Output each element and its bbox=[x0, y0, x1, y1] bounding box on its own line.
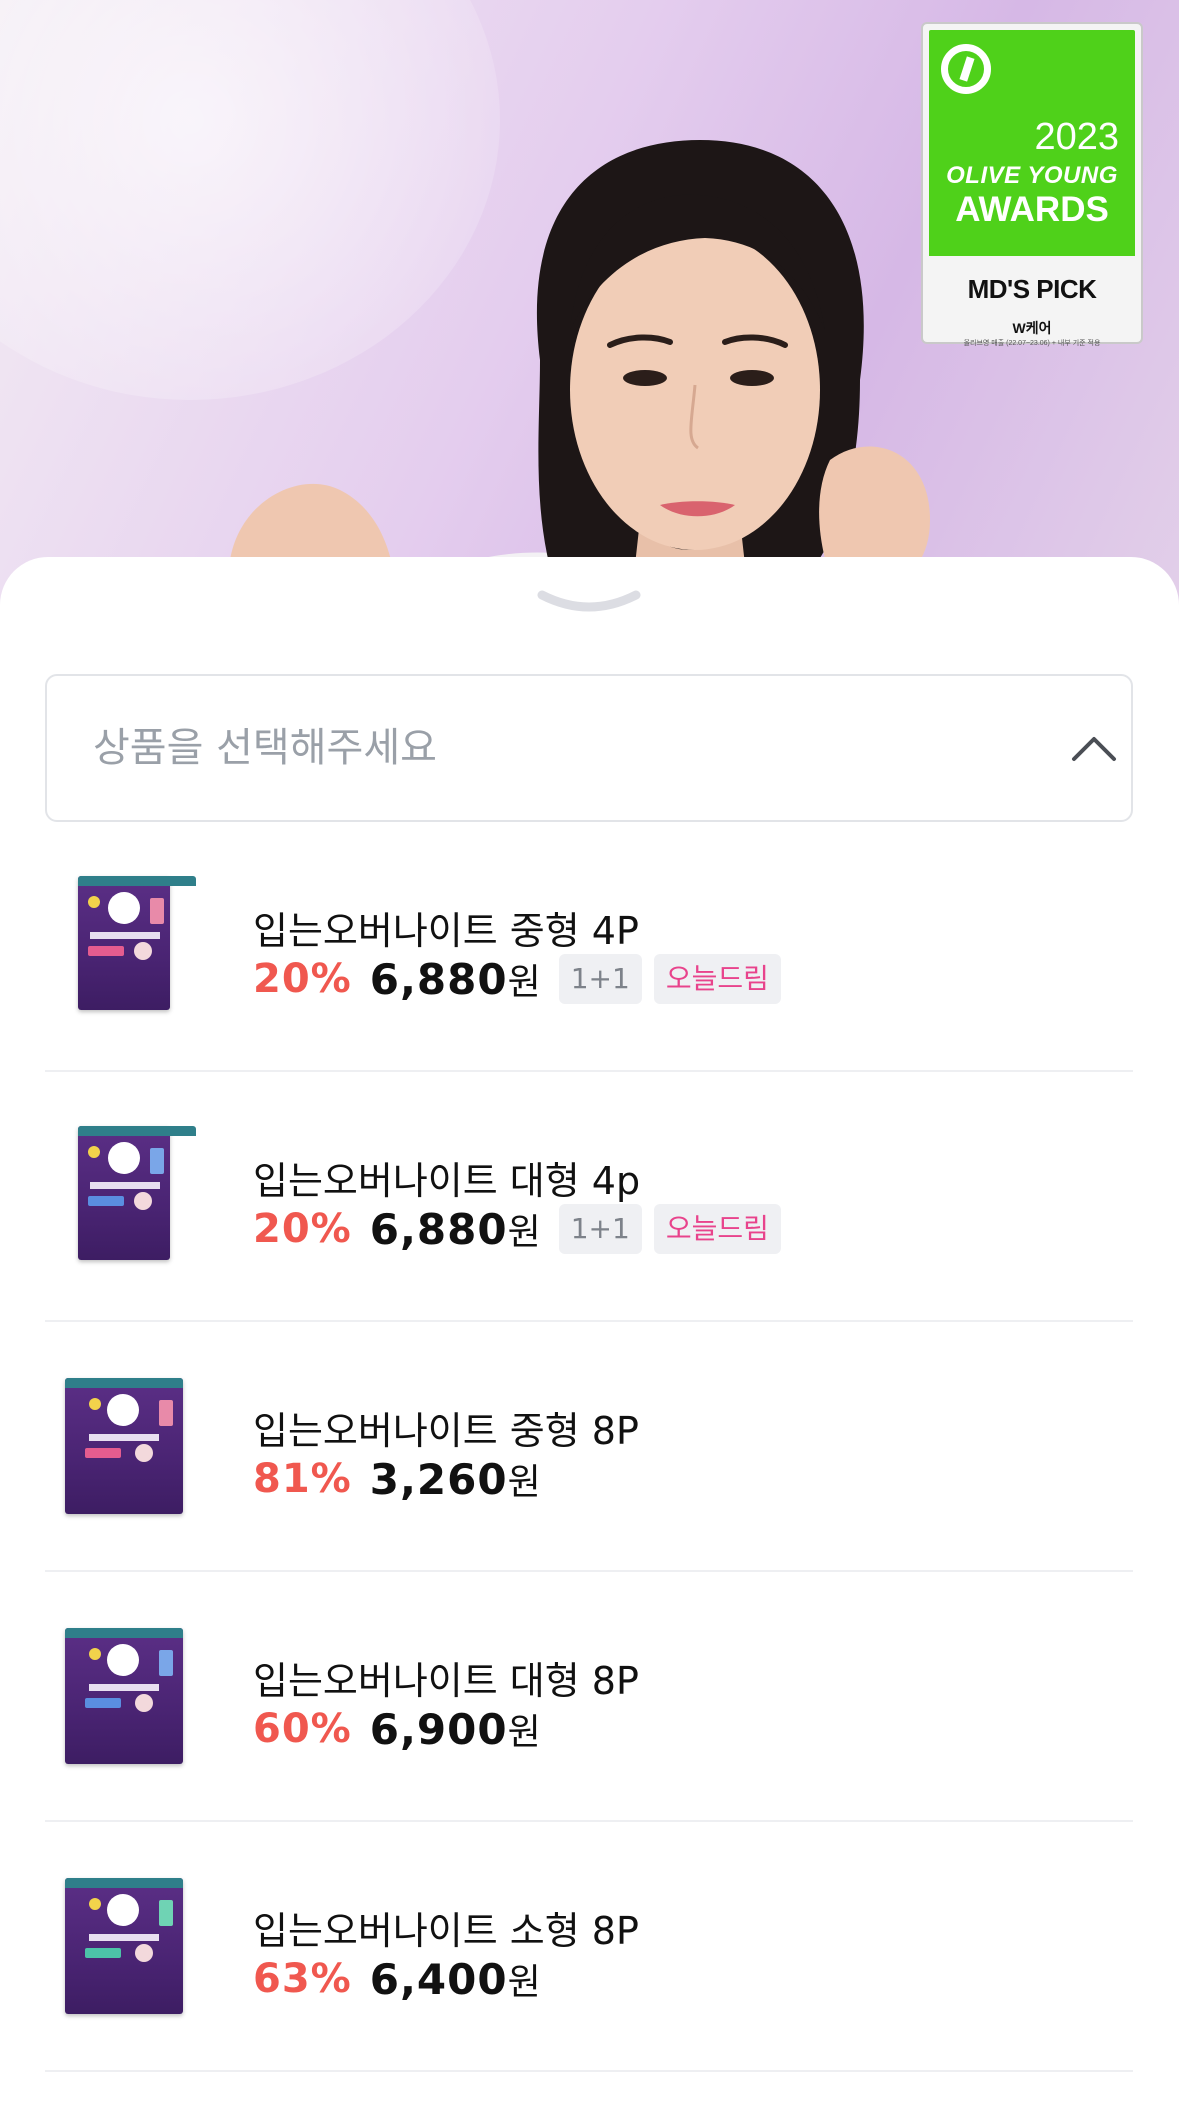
price-row: 60% 6,900 원 bbox=[253, 1702, 559, 1756]
currency-unit: 원 bbox=[507, 1212, 541, 1253]
package-image bbox=[78, 1126, 196, 1260]
sale-price: 6,400 bbox=[369, 1954, 508, 2004]
award-year: 2023 bbox=[1034, 116, 1119, 158]
product-option[interactable]: 입는오버나이트 중형 4P 20% 6,880 원 1+1 오늘드림 bbox=[45, 822, 1133, 1072]
price-row: 20% 6,880 원 1+1 오늘드림 bbox=[253, 1202, 793, 1256]
olive-young-logo-icon bbox=[941, 44, 991, 94]
award-brand: W케어 bbox=[1012, 320, 1052, 336]
chevron-up-icon bbox=[1072, 737, 1116, 761]
currency-unit: 원 bbox=[507, 1962, 541, 2003]
discount-rate: 81% bbox=[253, 1456, 352, 1502]
today-delivery-badge: 오늘드림 bbox=[653, 954, 781, 1004]
product-name: 입는오버나이트 중형 8P bbox=[253, 1409, 639, 1453]
today-delivery-badge: 오늘드림 bbox=[653, 1204, 781, 1254]
award-pick: MD'S PICK bbox=[967, 274, 1097, 304]
award-green-panel: 2023 OLIVE YOUNG AWARDS bbox=[929, 30, 1135, 256]
sale-price: 3,260 bbox=[369, 1454, 508, 1504]
discount-rate: 60% bbox=[253, 1706, 352, 1752]
product-name: 입는오버나이트 대형 4p bbox=[253, 1159, 641, 1203]
product-thumbnail bbox=[65, 1878, 183, 2014]
product-name: 입는오버나이트 중형 4P bbox=[253, 909, 639, 953]
currency-unit: 원 bbox=[507, 1462, 541, 1503]
product-option[interactable]: 입는오버나이트 소형 8P 63% 6,400 원 bbox=[45, 1822, 1133, 2072]
package-image bbox=[65, 1878, 183, 2014]
product-name: 입는오버나이트 대형 8P bbox=[253, 1659, 639, 1703]
product-thumbnail bbox=[65, 1378, 183, 1514]
sale-price: 6,900 bbox=[369, 1704, 508, 1754]
bogo-badge: 1+1 bbox=[558, 954, 642, 1004]
bogo-badge: 1+1 bbox=[558, 1204, 642, 1254]
product-thumbnail bbox=[65, 876, 196, 1010]
sale-price: 6,880 bbox=[369, 954, 508, 1004]
product-list: 입는오버나이트 중형 4P 20% 6,880 원 1+1 오늘드림 입는오버나… bbox=[45, 822, 1133, 2072]
discount-rate: 63% bbox=[253, 1956, 352, 2002]
award-badge: 2023 OLIVE YOUNG AWARDS MD'S PICK W케어 올리… bbox=[921, 22, 1143, 347]
product-thumbnail bbox=[65, 1628, 183, 1764]
sale-price: 6,880 bbox=[369, 1204, 508, 1254]
product-option[interactable]: 입는오버나이트 중형 8P 81% 3,260 원 bbox=[45, 1322, 1133, 1572]
currency-unit: 원 bbox=[507, 962, 541, 1003]
product-name: 입는오버나이트 소형 8P bbox=[253, 1909, 639, 1953]
collapse-handle-icon[interactable] bbox=[536, 589, 642, 619]
option-sheet: 상품을 선택해주세요 입는오버나이트 중형 4P 20% 6,880 원 1+1… bbox=[0, 557, 1179, 2118]
discount-rate: 20% bbox=[253, 1206, 352, 1252]
package-image bbox=[65, 1378, 183, 1514]
product-thumbnail bbox=[65, 1126, 196, 1260]
award-note: 올리브영 매출 (22.07~23.06) + 내부 기준 적용 bbox=[963, 340, 1101, 347]
discount-rate: 20% bbox=[253, 956, 352, 1002]
hero-banner: 2023 OLIVE YOUNG AWARDS MD'S PICK W케어 올리… bbox=[0, 0, 1179, 620]
package-image bbox=[78, 876, 196, 1010]
product-select[interactable]: 상품을 선택해주세요 bbox=[45, 674, 1133, 822]
price-row: 20% 6,880 원 1+1 오늘드림 bbox=[253, 952, 793, 1006]
award-line2: AWARDS bbox=[955, 190, 1109, 229]
product-option[interactable]: 입는오버나이트 대형 4p 20% 6,880 원 1+1 오늘드림 bbox=[45, 1072, 1133, 1322]
price-row: 81% 3,260 원 bbox=[253, 1452, 559, 1506]
award-line1: OLIVE YOUNG bbox=[946, 162, 1118, 189]
product-select-placeholder: 상품을 선택해주세요 bbox=[93, 725, 437, 771]
currency-unit: 원 bbox=[507, 1712, 541, 1753]
price-row: 63% 6,400 원 bbox=[253, 1952, 559, 2006]
product-option[interactable]: 입는오버나이트 대형 8P 60% 6,900 원 bbox=[45, 1572, 1133, 1822]
package-image bbox=[65, 1628, 183, 1764]
